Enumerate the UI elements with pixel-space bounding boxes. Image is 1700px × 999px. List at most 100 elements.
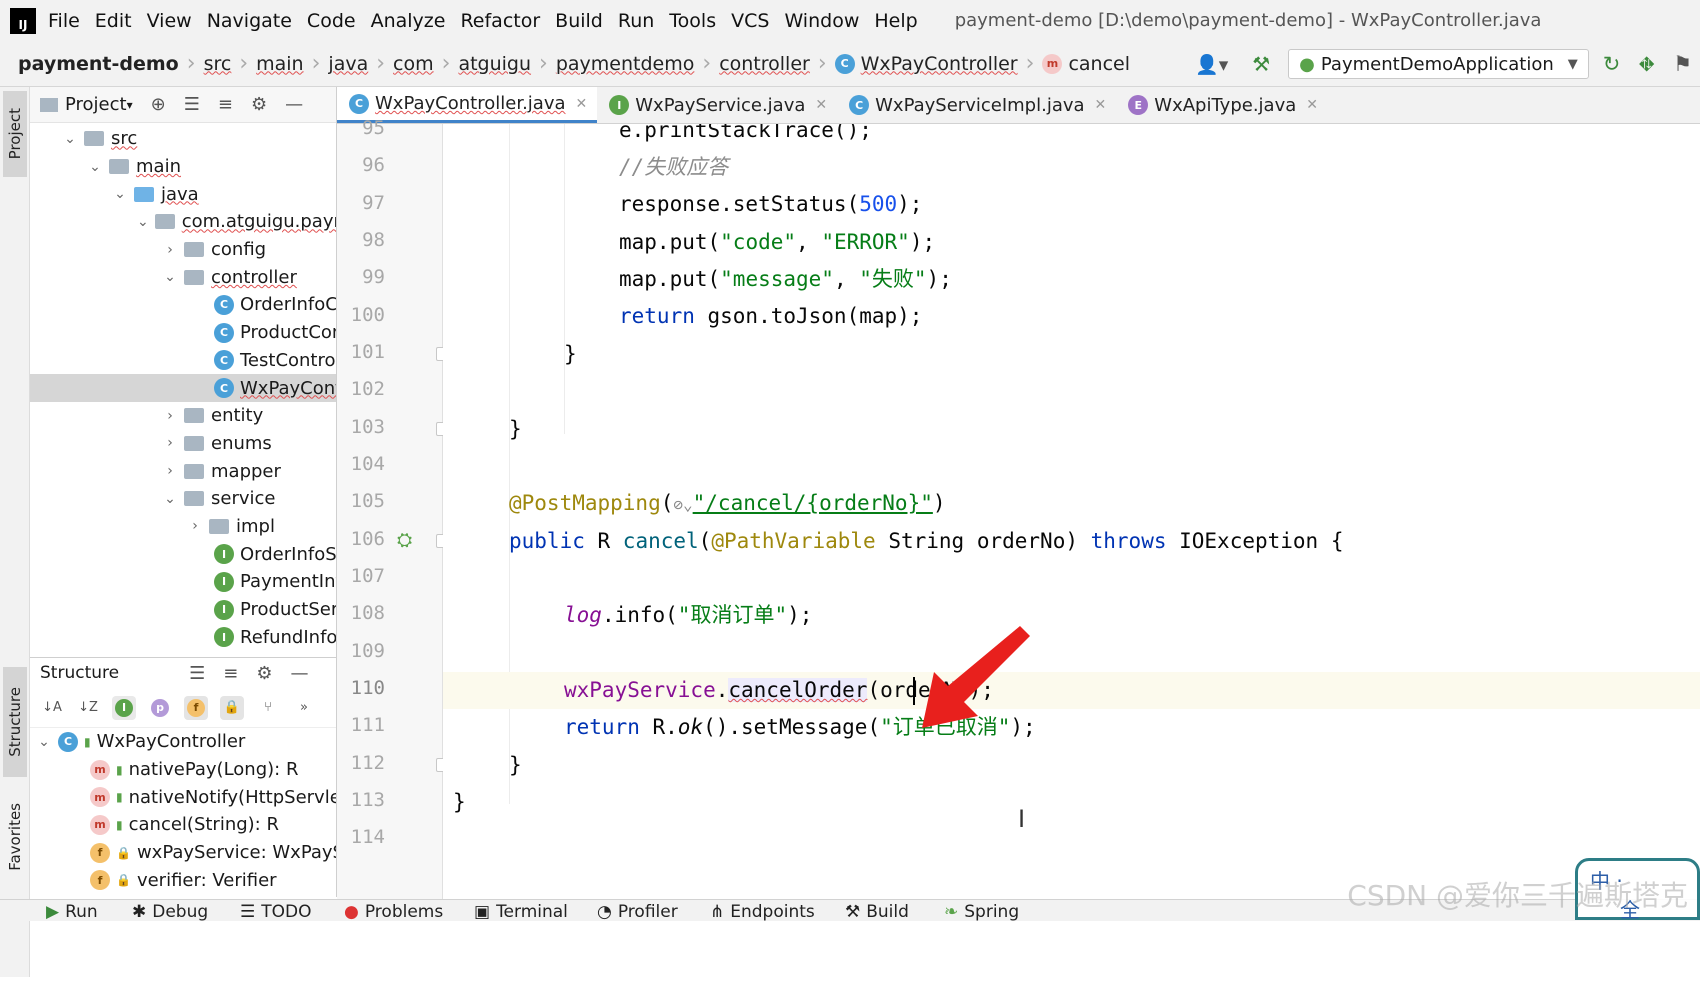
url-globe-icon[interactable]: ⊘⌄ (673, 495, 692, 514)
structure-member[interactable]: m▮nativeNotify(HttpServletR (30, 783, 336, 811)
tree-item-main[interactable]: ⌄ main (30, 153, 336, 181)
chevron-right-icon[interactable]: › (162, 463, 178, 479)
show-non-public-icon[interactable]: 🔒 (220, 695, 244, 720)
tree-item-package-root[interactable]: ⌄ com.atguigu.paym (30, 208, 336, 236)
debug-tool-button[interactable]: ✱ Debug (132, 902, 208, 922)
structure-member[interactable]: f 🔒 verifier: Verifier (30, 866, 336, 894)
breadcrumb-src[interactable]: src (204, 53, 232, 75)
chevron-down-icon[interactable]: ⌄ (162, 491, 178, 507)
run-tool-button[interactable]: ▶ Run (46, 902, 98, 922)
rerun-icon[interactable]: ↻ (1603, 52, 1621, 76)
menu-build[interactable]: Build (555, 10, 603, 32)
close-icon[interactable]: ✕ (1306, 97, 1318, 113)
menu-navigate[interactable]: Navigate (207, 10, 292, 32)
tree-item-enums[interactable]: › enums (30, 430, 336, 458)
debug-icon[interactable]: ⛖ (1638, 52, 1655, 77)
tab-wxpayserviceimpl[interactable]: C WxPayServiceImpl.java ✕ (837, 87, 1116, 123)
tree-item-interface[interactable]: IPaymentInfo (30, 568, 336, 596)
sort-visibility-icon[interactable]: ↓A (40, 696, 64, 720)
structure-member[interactable]: m ▮ nativePay(Long): R (30, 756, 336, 784)
chevron-down-icon[interactable]: ⌄ (137, 214, 149, 230)
chevron-right-icon[interactable]: › (187, 518, 203, 534)
run-configuration-select[interactable]: ● PaymentDemoApplication ▼ (1288, 49, 1589, 79)
build-tool-button[interactable]: ⚒ Build (845, 902, 909, 922)
tree-item-interface[interactable]: I OrderInfoSe (30, 540, 336, 568)
minimize-icon[interactable]: — (285, 94, 303, 115)
tree-item-entity[interactable]: › entity (30, 402, 336, 430)
tree-item-class[interactable]: C TestControll (30, 347, 336, 375)
chevron-right-icon[interactable]: › (162, 408, 178, 424)
breadcrumb-main[interactable]: main (256, 53, 303, 75)
menu-run[interactable]: Run (618, 10, 654, 32)
tree-item-interface[interactable]: IRefundInfoS (30, 623, 336, 651)
menu-analyze[interactable]: Analyze (371, 10, 446, 32)
project-view-select[interactable]: Project (65, 94, 127, 115)
menu-file[interactable]: File (48, 10, 80, 32)
locate-icon[interactable]: ⊕ (151, 94, 166, 115)
tab-wxapitype[interactable]: E WxApiType.java ✕ (1116, 87, 1328, 123)
structure-tool-tab[interactable]: Structure (3, 667, 27, 777)
menu-tools[interactable]: Tools (669, 10, 716, 32)
more-icon[interactable]: » (292, 696, 316, 720)
expand-all-icon[interactable]: ☰ (184, 94, 200, 115)
structure-root[interactable]: ⌄ C ▮ WxPayController (30, 728, 336, 756)
breadcrumb-java[interactable]: java (328, 53, 368, 75)
breadcrumb-controller[interactable]: controller (719, 53, 810, 75)
breadcrumb-method[interactable]: m cancel (1042, 53, 1130, 75)
show-fields-icon[interactable]: f (184, 695, 208, 720)
chevron-down-icon[interactable]: ⌄ (87, 159, 103, 175)
terminal-tool-button[interactable]: ▣ Terminal (474, 902, 568, 922)
chevron-down-icon[interactable]: ⌄ (62, 131, 78, 147)
structure-member[interactable]: f🔒wxPayService: WxPaySer (30, 839, 336, 867)
show-inherited-icon[interactable]: I (112, 695, 136, 720)
gear-icon[interactable]: ⚙ (256, 663, 272, 684)
profiler-tool-button[interactable]: ◔ Profiler (597, 902, 678, 922)
tree-item-service[interactable]: ⌄ service (30, 485, 336, 513)
breadcrumb-paymentdemo[interactable]: paymentdemo (556, 53, 695, 75)
menu-view[interactable]: View (147, 10, 192, 32)
chevron-down-icon[interactable]: ⌄ (36, 734, 52, 750)
spring-tool-button[interactable]: ❧ Spring (944, 902, 1019, 922)
tree-item-mapper[interactable]: › mapper (30, 457, 336, 485)
code-editor[interactable]: e.printStackTrace(); //失败应答 response.set… (443, 124, 1700, 899)
tree-item-config[interactable]: › config (30, 236, 336, 264)
minimize-icon[interactable]: — (290, 663, 308, 684)
breadcrumb-project[interactable]: payment-demo (18, 53, 179, 75)
menu-code[interactable]: Code (307, 10, 356, 32)
project-tool-tab[interactable]: Project (3, 91, 27, 177)
collapse-all-icon[interactable]: ≡ (218, 94, 233, 115)
tree-item-src[interactable]: ⌄ src (30, 125, 336, 153)
close-icon[interactable]: ✕ (1095, 97, 1107, 113)
sort-alpha-icon[interactable]: ↓Z (76, 696, 100, 720)
tree-item-impl[interactable]: › impl (30, 513, 336, 541)
tree-item-class[interactable]: COrderInfoCo (30, 291, 336, 319)
build-hammer-icon[interactable]: ⚒ (1252, 52, 1270, 76)
problems-tool-button[interactable]: ● Problems (344, 902, 443, 922)
coverage-icon[interactable]: ⚑ (1673, 52, 1692, 76)
breadcrumb-class[interactable]: C WxPayController (834, 53, 1018, 75)
tree-item-class[interactable]: CProductCont (30, 319, 336, 347)
expand-all-icon[interactable]: ☰ (189, 663, 205, 684)
menu-refactor[interactable]: Refactor (460, 10, 540, 32)
show-properties-icon[interactable]: p (148, 696, 172, 720)
tree-item-class-selected[interactable]: CWxPayContr (30, 374, 336, 402)
menu-window[interactable]: Window (784, 10, 859, 32)
collapse-all-icon[interactable]: ≡ (223, 663, 238, 684)
chevron-down-icon[interactable]: ⌄ (162, 269, 178, 285)
todo-tool-button[interactable]: ☰ TODO (240, 902, 312, 922)
tree-item-controller[interactable]: ⌄ controller (30, 263, 336, 291)
tree-item-java[interactable]: ⌄ java (30, 180, 336, 208)
user-icon[interactable]: 👤▾ (1195, 53, 1228, 76)
close-icon[interactable]: ✕ (815, 97, 827, 113)
breadcrumb-atguigu[interactable]: atguigu (458, 53, 531, 75)
show-lambdas-icon[interactable]: ⑂ (256, 696, 280, 720)
structure-member[interactable]: m ▮ cancel(String): R (30, 811, 336, 839)
tree-item-interface[interactable]: IProductServ (30, 596, 336, 624)
tab-wxpayservice[interactable]: I WxPayService.java ✕ (597, 87, 837, 123)
menu-help[interactable]: Help (874, 10, 917, 32)
chevron-right-icon[interactable]: › (162, 242, 178, 258)
favorites-tool-tab[interactable]: Favorites (3, 787, 27, 887)
chevron-down-icon[interactable]: ⌄ (112, 186, 128, 202)
menu-vcs[interactable]: VCS (731, 10, 769, 32)
menu-edit[interactable]: Edit (95, 10, 132, 32)
